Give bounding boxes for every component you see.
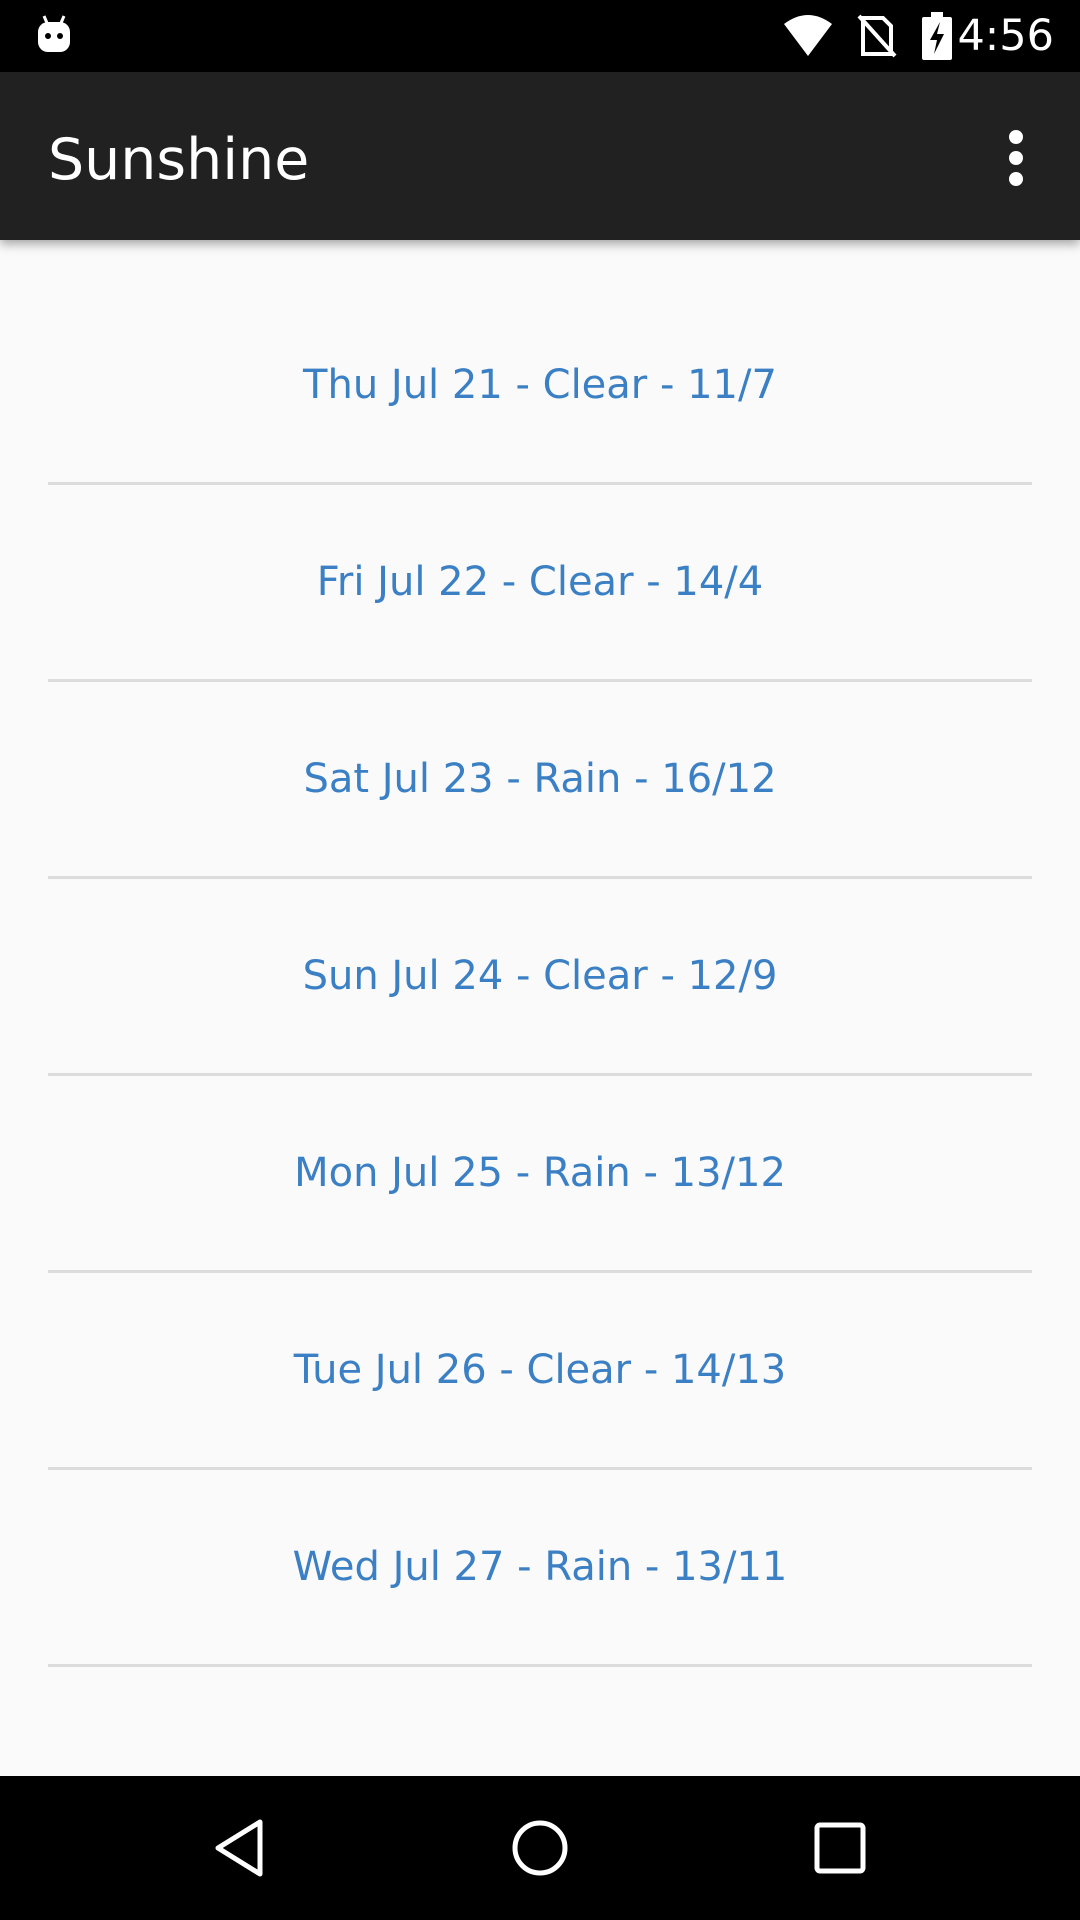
back-icon[interactable] bbox=[204, 1812, 276, 1884]
forecast-list-item[interactable]: Tue Jul 26 - Clear - 14/13 bbox=[48, 1273, 1032, 1470]
overflow-menu-button[interactable] bbox=[980, 122, 1052, 194]
home-icon[interactable] bbox=[504, 1812, 576, 1884]
no-signal-icon bbox=[857, 14, 897, 58]
forecast-list[interactable]: Thu Jul 21 - Clear - 11/7 Fri Jul 22 - C… bbox=[48, 240, 1032, 1667]
more-vert-icon bbox=[1009, 130, 1023, 144]
forecast-list-item[interactable]: Sat Jul 23 - Rain - 16/12 bbox=[48, 682, 1032, 879]
wifi-icon bbox=[784, 15, 832, 56]
battery-charging-icon bbox=[922, 12, 952, 60]
app-bar: Sunshine bbox=[0, 72, 1080, 240]
more-vert-icon-dot bbox=[1009, 151, 1023, 165]
forecast-list-item[interactable]: Wed Jul 27 - Rain - 13/11 bbox=[48, 1470, 1032, 1667]
app-title: Sunshine bbox=[48, 127, 310, 193]
status-bar: 4:56 bbox=[0, 0, 1080, 72]
recents-icon[interactable] bbox=[804, 1812, 876, 1884]
android-icon bbox=[38, 15, 70, 52]
app-root: 4:56 Sunshine Thu Jul 21 - Clear - 11/7 … bbox=[0, 0, 1080, 1920]
navigation-bar bbox=[0, 1776, 1080, 1920]
forecast-list-item[interactable]: Fri Jul 22 - Clear - 14/4 bbox=[48, 485, 1032, 682]
forecast-list-item[interactable]: Sun Jul 24 - Clear - 12/9 bbox=[48, 879, 1032, 1076]
status-clock: 4:56 bbox=[957, 11, 1054, 61]
forecast-list-item[interactable]: Mon Jul 25 - Rain - 13/12 bbox=[48, 1076, 1032, 1273]
forecast-list-item[interactable]: Thu Jul 21 - Clear - 11/7 bbox=[48, 288, 1032, 485]
more-vert-icon-dot bbox=[1009, 172, 1023, 186]
